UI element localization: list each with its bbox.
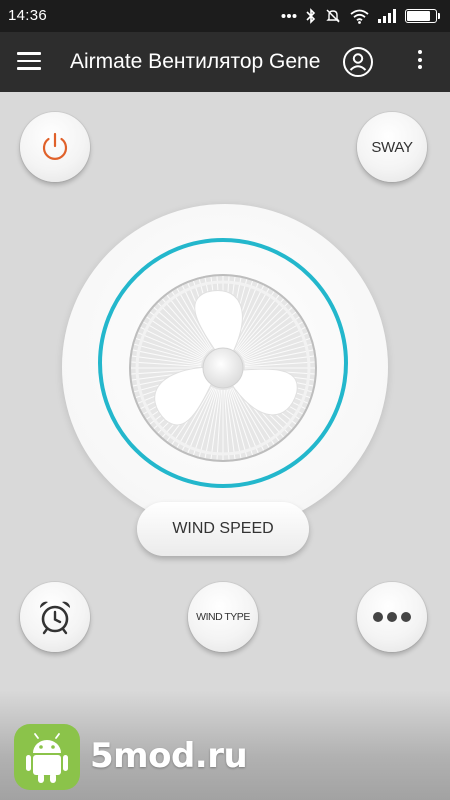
wind-type-button[interactable]: WIND TYPE [188,582,258,652]
wind-speed-label: WIND SPEED [172,520,274,537]
power-button[interactable] [20,112,90,182]
more-vert-icon[interactable] [410,50,430,76]
account-circle-icon[interactable] [342,46,374,78]
app-bar: Airmate Вентилятор Gene [0,32,450,92]
watermark-text: 5mod.ru [90,736,248,776]
fan-icon [129,274,317,462]
more-options-button[interactable] [357,582,427,652]
status-time: 14:36 [8,7,48,24]
app-title: Airmate Вентилятор Gene [70,50,321,73]
more-dots-icon [373,612,411,622]
power-icon [42,132,68,160]
hamburger-menu-icon[interactable] [14,48,44,76]
wind-type-label: WIND TYPE [196,611,250,623]
mute-icon [326,9,340,23]
battery-icon [405,9,440,23]
alarm-clock-icon [39,601,71,635]
timer-button[interactable] [20,582,90,652]
sway-label: SWAY [371,138,413,156]
wind-speed-button[interactable]: WIND SPEED [137,502,309,556]
sway-button[interactable]: SWAY [357,112,427,182]
signal-icon [378,9,396,23]
dots-icon [281,14,297,18]
status-icons [281,6,440,26]
android-robot-icon [14,724,80,790]
status-bar: 14:36 [0,0,450,32]
wifi-icon [350,9,369,24]
bluetooth-icon [306,8,316,24]
